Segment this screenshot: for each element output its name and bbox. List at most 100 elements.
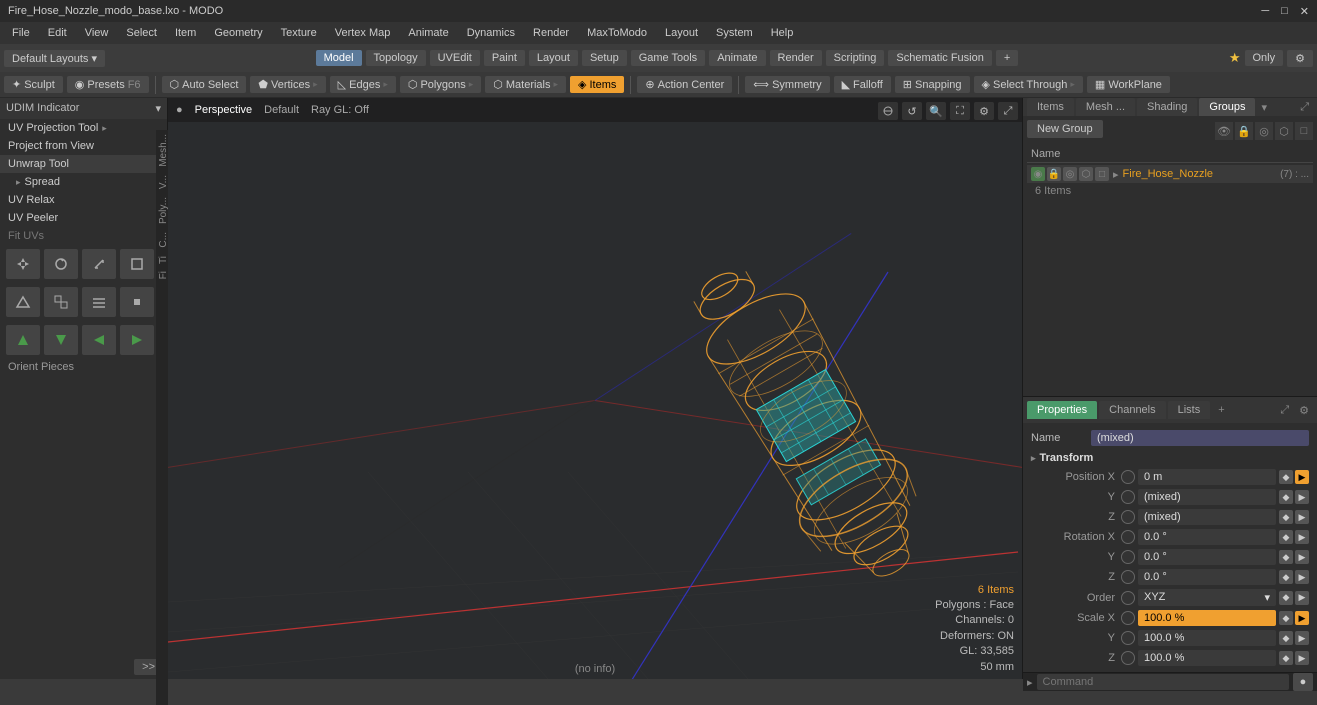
rotation-x-anim-btn[interactable]: ◆ <box>1279 530 1293 544</box>
rotation-x-value[interactable]: 0.0 ° <box>1138 529 1276 545</box>
scale-y-key-btn[interactable]: ▶ <box>1295 631 1309 645</box>
fit-uvs-item[interactable]: Fit UVs <box>0 227 167 245</box>
snapping-btn[interactable]: ⊞ Snapping <box>895 76 970 93</box>
schematic-tab-main[interactable]: Schematic Fusion <box>888 50 991 66</box>
right-panel-expand-icon[interactable]: ⤢ <box>1296 99 1313 116</box>
vp-settings-btn[interactable]: ⚙ <box>974 102 994 120</box>
project-from-view-item[interactable]: Project from View <box>0 137 167 155</box>
menu-system[interactable]: System <box>708 25 761 41</box>
left-panel-expand-icon[interactable]: ▾ <box>155 102 161 115</box>
vp-reset-btn[interactable]: ↺ <box>902 102 922 120</box>
workplane-btn[interactable]: ▦ WorkPlane <box>1087 76 1170 93</box>
action-center-btn[interactable]: ⊕ Action Center <box>637 76 732 93</box>
items-btn[interactable]: ◈ Items <box>570 76 624 93</box>
topology-tab-main[interactable]: Topology <box>366 50 426 66</box>
eye-toggle-btn[interactable]: 👁 <box>1215 122 1233 140</box>
scale-x-radio[interactable] <box>1121 611 1135 625</box>
close-btn[interactable]: ✕ <box>1300 5 1309 18</box>
name-field-value[interactable]: (mixed) <box>1091 430 1309 446</box>
uvedit-tab-main[interactable]: UVEdit <box>430 50 480 66</box>
uv-peeler-item[interactable]: UV Peeler <box>0 209 167 227</box>
scripting-tab-main[interactable]: Scripting <box>826 50 885 66</box>
menu-view[interactable]: View <box>77 25 117 41</box>
model-tab-main[interactable]: Model <box>316 50 362 66</box>
item-expand-arrow[interactable]: ▸ <box>1113 168 1119 181</box>
materials-btn[interactable]: ⬡ Materials ▸ <box>485 76 566 93</box>
menu-vertexmap[interactable]: Vertex Map <box>327 25 399 41</box>
uv-projection-tool-item[interactable]: UV Projection Tool ▸ <box>0 119 167 137</box>
icon-btn-2d[interactable] <box>120 287 154 317</box>
menu-item[interactable]: Item <box>167 25 204 41</box>
rotation-y-key-btn[interactable]: ▶ <box>1295 550 1309 564</box>
sculpt-mode-btn[interactable]: ✦ Sculpt <box>4 76 63 93</box>
scale-y-radio[interactable] <box>1121 631 1135 645</box>
item-box-icon[interactable]: □ <box>1095 167 1109 181</box>
position-y-value[interactable]: (mixed) <box>1138 489 1276 505</box>
maximize-btn[interactable]: □ <box>1281 5 1288 18</box>
props-tab-lists[interactable]: Lists <box>1168 401 1211 419</box>
order-anim-btn[interactable]: ◆ <box>1279 591 1293 605</box>
position-z-radio[interactable] <box>1121 510 1135 524</box>
icon-btn-2a[interactable] <box>6 287 40 317</box>
icon-btn-transform[interactable] <box>120 249 154 279</box>
auto-select-btn[interactable]: ⬡ Auto Select <box>162 76 247 93</box>
vp-tumble-btn[interactable] <box>878 102 898 120</box>
rotation-z-anim-btn[interactable]: ◆ <box>1279 570 1293 584</box>
menu-texture[interactable]: Texture <box>273 25 325 41</box>
scale-x-key-btn[interactable]: ▶ <box>1295 611 1309 625</box>
scale-z-key-btn[interactable]: ▶ <box>1295 651 1309 665</box>
icon-btn-down[interactable] <box>44 325 78 355</box>
vp-zoom-btn[interactable]: 🔍 <box>926 102 946 120</box>
render-tab-main[interactable]: Render <box>770 50 822 66</box>
menu-file[interactable]: File <box>4 25 38 41</box>
layout-selector[interactable]: Default Layouts ▾ <box>4 50 105 67</box>
polygons-btn[interactable]: ⬡ Polygons ▸ <box>400 76 481 93</box>
select-through-btn[interactable]: ◈ Select Through ▸ <box>974 76 1083 93</box>
rotation-y-radio[interactable] <box>1121 550 1135 564</box>
animate-tab-main[interactable]: Animate <box>709 50 765 66</box>
command-exec-btn[interactable]: ● <box>1293 673 1313 691</box>
props-tab-add[interactable]: + <box>1212 401 1230 419</box>
right-tab-shading[interactable]: Shading <box>1137 98 1197 116</box>
minimize-btn[interactable]: ─ <box>1261 5 1269 18</box>
symmetry-btn[interactable]: ⟺ Symmetry <box>745 76 829 93</box>
scale-y-anim-btn[interactable]: ◆ <box>1279 631 1293 645</box>
paint-tab-main[interactable]: Paint <box>484 50 525 66</box>
item-lock-icon[interactable]: 🔒 <box>1047 167 1061 181</box>
layout-tab-main[interactable]: Layout <box>529 50 578 66</box>
viewport[interactable]: ● Perspective Default Ray GL: Off ↺ 🔍 ⛶ … <box>168 98 1022 679</box>
settings-btn[interactable]: ⚙ <box>1287 50 1313 67</box>
menu-edit[interactable]: Edit <box>40 25 75 41</box>
icon-btn-left[interactable] <box>82 325 116 355</box>
props-tab-properties[interactable]: Properties <box>1027 401 1097 419</box>
icon-btn-move[interactable] <box>6 249 40 279</box>
scale-x-anim-btn[interactable]: ◆ <box>1279 611 1293 625</box>
order-radio[interactable] <box>1121 591 1135 605</box>
menu-dynamics[interactable]: Dynamics <box>459 25 523 41</box>
props-tab-channels[interactable]: Channels <box>1099 401 1165 419</box>
uv-relax-item[interactable]: UV Relax <box>0 191 167 209</box>
position-y-radio[interactable] <box>1121 490 1135 504</box>
icon-btn-scale[interactable] <box>82 249 116 279</box>
menu-maxtomodo[interactable]: MaxToModo <box>579 25 655 41</box>
spread-item[interactable]: ▸ Spread <box>0 173 167 191</box>
rotation-y-anim-btn[interactable]: ◆ <box>1279 550 1293 564</box>
position-x-value[interactable]: 0 m <box>1138 469 1276 485</box>
position-z-key-btn[interactable]: ▶ <box>1295 510 1309 524</box>
right-tab-arrow[interactable]: ▾ <box>1257 99 1271 116</box>
rotation-y-value[interactable]: 0.0 ° <box>1138 549 1276 565</box>
position-y-anim-btn[interactable]: ◆ <box>1279 490 1293 504</box>
render-toggle-btn[interactable]: ◎ <box>1255 122 1273 140</box>
rotation-z-radio[interactable] <box>1121 570 1135 584</box>
menu-animate[interactable]: Animate <box>400 25 456 41</box>
vp-fit-btn[interactable]: ⛶ <box>950 102 970 120</box>
icon-btn-right[interactable] <box>120 325 154 355</box>
gametools-tab-main[interactable]: Game Tools <box>631 50 706 66</box>
menu-select[interactable]: Select <box>118 25 165 41</box>
position-x-radio[interactable] <box>1121 470 1135 484</box>
scale-x-value[interactable]: 100.0 % <box>1138 610 1276 626</box>
lock-toggle-btn[interactable]: 🔒 <box>1235 122 1253 140</box>
item-eye-icon[interactable]: ◉ <box>1031 167 1045 181</box>
icon-btn-rotate[interactable] <box>44 249 78 279</box>
unwrap-tool-item[interactable]: Unwrap Tool <box>0 155 167 173</box>
